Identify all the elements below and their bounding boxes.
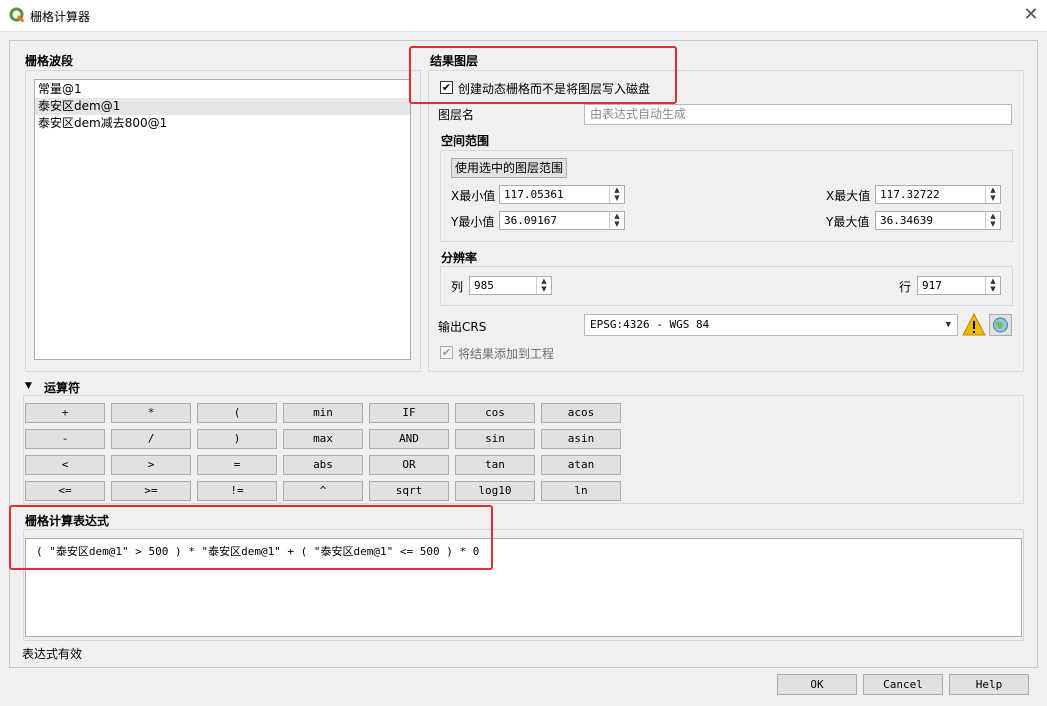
warning-icon [962,313,986,336]
ymin-spinbox[interactable]: 36.09167 ▲ ▼ [499,211,625,230]
layer-name-label: 图层名 [438,108,475,122]
operator-button[interactable]: OR [369,455,449,475]
extent-header: 空间范围 [441,134,490,148]
ymin-value: 36.09167 [504,214,557,227]
resolution-header: 分辨率 [441,251,478,265]
crs-selector-button[interactable] [989,314,1012,336]
xmin-spinbox[interactable]: 117.05361 ▲ ▼ [499,185,625,204]
operator-button[interactable]: log10 [455,481,535,501]
operator-button[interactable]: ln [541,481,621,501]
operator-button[interactable]: AND [369,429,449,449]
operator-button[interactable]: ^ [283,481,363,501]
operator-button[interactable]: ( [197,403,277,423]
operator-button[interactable]: <= [25,481,105,501]
operator-button[interactable]: >= [111,481,191,501]
operator-button[interactable]: max [283,429,363,449]
title-bar: 栅格计算器 ✕ [0,0,1047,32]
xmax-spinbox[interactable]: 117.32722 ▲ ▼ [875,185,1001,204]
rows-label: 行 [899,280,912,294]
spin-arrows-icon[interactable]: ▲ ▼ [536,277,551,294]
operator-button[interactable]: atan [541,455,621,475]
close-icon[interactable]: ✕ [1020,4,1042,26]
operator-button[interactable]: tan [455,455,535,475]
ok-button[interactable]: OK [777,674,857,695]
operator-button[interactable]: acos [541,403,621,423]
crs-select[interactable]: EPSG:4326 - WGS 84 ▼ [584,314,958,336]
list-item[interactable]: 泰安区dem@1 [35,98,410,115]
bands-header: 栅格波段 [25,54,74,68]
list-item[interactable]: 泰安区dem减去800@1 [35,115,410,132]
crs-label: 输出CRS [438,320,487,334]
operator-button[interactable]: IF [369,403,449,423]
ymin-label: Y最小值 [451,215,495,229]
xmin-value: 117.05361 [504,188,564,201]
annotation-highlight-box [409,46,677,104]
rows-value: 917 [922,279,942,292]
operator-button[interactable]: asin [541,429,621,449]
spin-arrows-icon[interactable]: ▲ ▼ [609,186,624,203]
spin-arrows-icon[interactable]: ▲ ▼ [985,186,1000,203]
help-button[interactable]: Help [949,674,1029,695]
ymax-label: Y最大值 [826,215,870,229]
operator-button[interactable]: sqrt [369,481,449,501]
xmin-label: X最小值 [451,189,496,203]
spin-arrows-icon[interactable]: ▲ ▼ [985,277,1000,294]
window-title: 栅格计算器 [30,10,91,24]
ymax-value: 36.34639 [880,214,933,227]
chevron-down-icon: ▼ [945,320,951,330]
operator-button[interactable]: + [25,403,105,423]
xmax-value: 117.32722 [880,188,940,201]
add-to-project-label: 将结果添加到工程 [458,347,555,361]
operator-button[interactable]: min [283,403,363,423]
cols-label: 列 [451,280,464,294]
layer-name-input[interactable]: 由表达式自动生成 [584,104,1012,125]
xmax-label: X最大值 [826,189,871,203]
layer-name-placeholder: 由表达式自动生成 [590,107,687,121]
rows-spinbox[interactable]: 917 ▲ ▼ [917,276,1001,295]
spin-arrows-icon[interactable]: ▲ ▼ [609,212,624,229]
cols-value: 985 [474,279,494,292]
annotation-highlight-box [9,505,493,570]
expression-status: 表达式有效 [22,647,83,661]
qgis-logo-icon [9,7,25,23]
crs-value: EPSG:4326 - WGS 84 [590,318,710,331]
operator-button[interactable]: < [25,455,105,475]
operator-button[interactable]: * [111,403,191,423]
operator-button[interactable]: / [111,429,191,449]
operator-button[interactable]: > [111,455,191,475]
operator-button[interactable]: abs [283,455,363,475]
operator-button[interactable]: sin [455,429,535,449]
globe-icon [993,317,1008,333]
operator-button[interactable]: = [197,455,277,475]
collapse-arrow-icon[interactable]: ▼ [25,381,32,391]
spin-arrows-icon[interactable]: ▲ ▼ [985,212,1000,229]
operator-button[interactable]: - [25,429,105,449]
add-to-project-checkbox[interactable]: ✔ [440,346,453,359]
cancel-button[interactable]: Cancel [863,674,943,695]
use-selected-extent-button[interactable]: 使用选中的图层范围 [451,158,567,178]
ymax-spinbox[interactable]: 36.34639 ▲ ▼ [875,211,1001,230]
cols-spinbox[interactable]: 985 ▲ ▼ [469,276,552,295]
operators-header: 运算符 [44,381,81,395]
list-item[interactable]: 常量@1 [35,81,410,98]
operator-button[interactable]: cos [455,403,535,423]
operator-button[interactable]: != [197,481,277,501]
operator-button[interactable]: ) [197,429,277,449]
bands-list[interactable]: 常量@1 泰安区dem@1 泰安区dem减去800@1 [34,79,411,360]
